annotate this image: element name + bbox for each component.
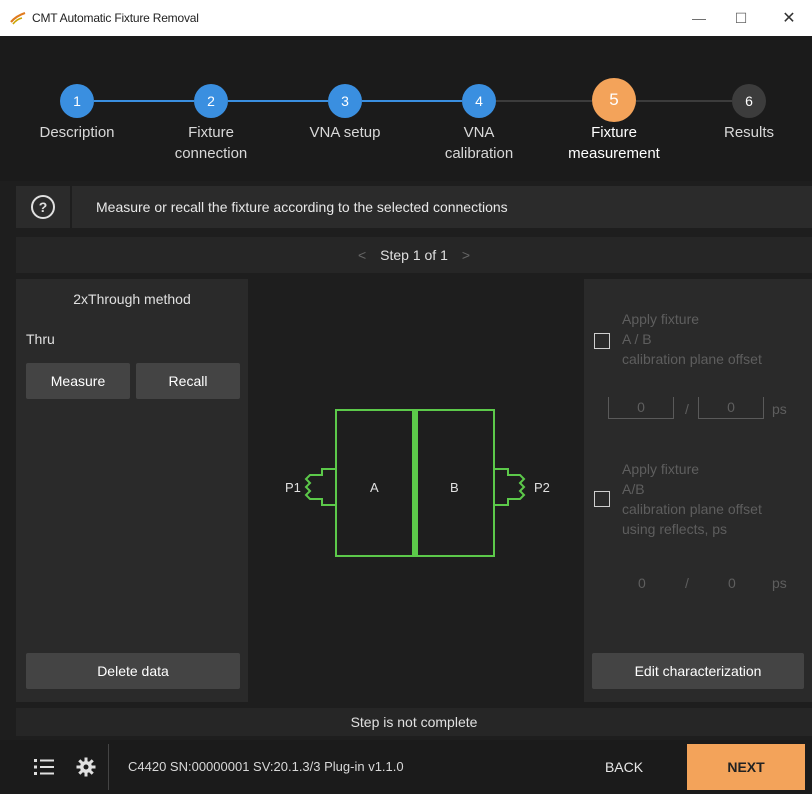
step-label-line: calibration xyxy=(444,145,514,162)
step-number: 5 xyxy=(609,90,619,109)
reflect-offset-label-line: using reflects, ps xyxy=(622,521,728,537)
fixture-b-label: B xyxy=(450,480,459,495)
step-1-label: Description xyxy=(17,122,137,143)
gear-icon[interactable] xyxy=(76,757,96,777)
step-3-label: VNA setup xyxy=(285,122,405,143)
fixture-junction xyxy=(412,410,418,556)
step-number: 1 xyxy=(73,93,81,109)
recall-button[interactable]: Recall xyxy=(136,363,240,399)
step-4-label: VNA calibration xyxy=(419,122,539,164)
offset-b-input[interactable]: 0 xyxy=(698,397,764,419)
step-5-label: Fixture measurement xyxy=(549,122,679,164)
delete-data-button[interactable]: Delete data xyxy=(26,653,240,689)
offset-label-line: A / B xyxy=(622,331,652,347)
next-button[interactable]: NEXT xyxy=(687,744,805,790)
maximize-button[interactable]: ☐ xyxy=(718,0,764,36)
app-logo-icon xyxy=(10,11,26,25)
step-label-line: Fixture xyxy=(591,124,637,141)
reflect-offset-label-line: Apply fixture xyxy=(622,461,700,477)
step-connector xyxy=(94,100,194,102)
step-label-line: Description xyxy=(39,124,115,141)
step-label-line: connection xyxy=(174,145,248,162)
reflect-offset-label-line: A/B xyxy=(622,481,645,497)
menu-icon[interactable] xyxy=(34,758,54,776)
step-3-badge[interactable]: 3 xyxy=(328,84,362,118)
measure-button[interactable]: Measure xyxy=(26,363,130,399)
offset-panel: Apply fixture A / B calibration plane of… xyxy=(584,279,812,702)
step-connector xyxy=(496,100,592,102)
wizard-stepper: 1 2 3 4 5 6 Description Fixture connecti… xyxy=(0,36,812,181)
reflect-offset-separator: / xyxy=(685,575,689,591)
bottom-bar: C4420 SN:00000001 SV:20.1.3/3 Plug-in v1… xyxy=(0,740,812,794)
offset-label: Apply fixture A / B calibration plane of… xyxy=(622,309,762,369)
step-number: 6 xyxy=(745,93,753,109)
method-title: 2xThrough method xyxy=(73,291,191,307)
step-connector xyxy=(362,100,462,102)
fixture-a-label: A xyxy=(370,480,379,495)
info-bar: ? Measure or recall the fixture accordin… xyxy=(16,186,812,228)
help-icon: ? xyxy=(31,195,55,219)
instruction-text: Measure or recall the fixture according … xyxy=(96,199,508,215)
close-button[interactable]: ✕ xyxy=(766,0,812,36)
apply-reflect-offset-checkbox[interactable] xyxy=(594,491,610,507)
step-4-badge[interactable]: 4 xyxy=(462,84,496,118)
step-2-badge[interactable]: 2 xyxy=(194,84,228,118)
reflect-offset-label-line: calibration plane offset xyxy=(622,501,762,517)
thru-label: Thru xyxy=(26,331,55,347)
port2-label: P2 xyxy=(534,480,550,495)
step-number: 4 xyxy=(475,93,483,109)
fixture-diagram-panel: P1 A B P2 xyxy=(248,279,584,702)
reflect-offset-b-value: 0 xyxy=(728,575,736,591)
step-number: 2 xyxy=(207,93,215,109)
step-status: Step is not complete xyxy=(16,708,812,736)
offset-a-input[interactable]: 0 xyxy=(608,397,674,419)
step-connector xyxy=(636,100,732,102)
minimize-button[interactable]: — xyxy=(676,0,722,36)
port1-label: P1 xyxy=(285,480,301,495)
step-connector xyxy=(228,100,328,102)
offset-label-line: Apply fixture xyxy=(622,311,700,327)
offset-label-line: calibration plane offset xyxy=(622,351,762,367)
measurement-panel: 2xThrough method Thru Measure Recall Del… xyxy=(16,279,248,702)
step-label-line: VNA xyxy=(463,124,495,141)
reflect-offset-a-value: 0 xyxy=(638,575,646,591)
step-5-badge[interactable]: 5 xyxy=(592,78,636,122)
step-navigator: < Step 1 of 1 > xyxy=(16,237,812,273)
reflect-offset-unit: ps xyxy=(772,575,787,591)
step-label-line: Fixture xyxy=(188,124,234,141)
step-6-badge[interactable]: 6 xyxy=(732,84,766,118)
window-title: CMT Automatic Fixture Removal xyxy=(32,11,199,25)
step-label-line: VNA setup xyxy=(309,124,381,141)
title-bar: CMT Automatic Fixture Removal — ☐ ✕ xyxy=(0,0,812,36)
offset-separator: / xyxy=(685,401,689,417)
device-info: C4420 SN:00000001 SV:20.1.3/3 Plug-in v1… xyxy=(128,759,404,774)
apply-offset-checkbox[interactable] xyxy=(594,333,610,349)
back-button[interactable]: BACK xyxy=(576,744,672,790)
step-2-label: Fixture connection xyxy=(151,122,271,164)
port2-connector xyxy=(494,468,526,506)
fixture-diagram: P1 A B P2 xyxy=(285,409,550,557)
step-label-line: measurement xyxy=(568,145,660,162)
step-number: 3 xyxy=(341,93,349,109)
step-6-label: Results xyxy=(694,122,804,143)
chevron-left-icon[interactable]: < xyxy=(358,247,366,263)
port1-connector xyxy=(304,468,336,506)
divider xyxy=(108,744,109,790)
edit-characterization-button[interactable]: Edit characterization xyxy=(592,653,804,689)
chevron-right-icon[interactable]: > xyxy=(462,247,470,263)
step-1-badge[interactable]: 1 xyxy=(60,84,94,118)
reflect-offset-label: Apply fixture A/B calibration plane offs… xyxy=(622,459,762,539)
step-label-line: Results xyxy=(723,124,775,141)
offset-unit: ps xyxy=(772,401,787,417)
step-counter: Step 1 of 1 xyxy=(380,247,448,263)
help-glyph: ? xyxy=(38,199,48,215)
help-button[interactable]: ? xyxy=(16,186,72,228)
